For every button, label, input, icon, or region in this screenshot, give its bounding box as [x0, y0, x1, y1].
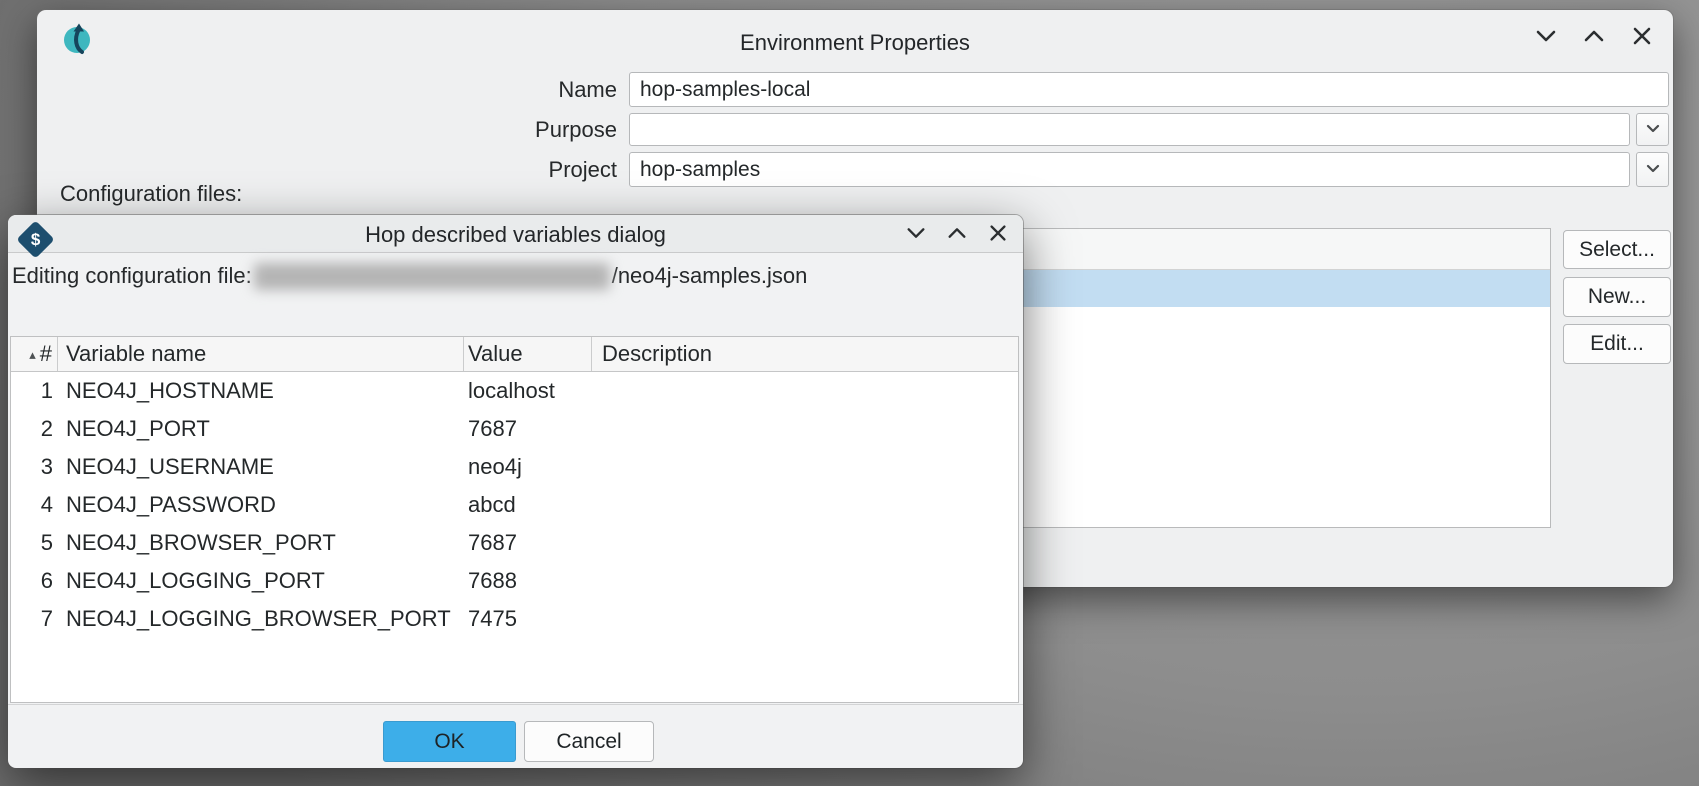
chevron-down-icon [905, 222, 927, 247]
maximize-button[interactable] [1581, 24, 1607, 50]
column-header-description[interactable]: Description [592, 337, 1018, 371]
editing-file-line: Editing configuration file: /neo4j-sampl… [12, 260, 807, 292]
variables-table[interactable]: ▴ # Variable name Value Description 1 NE… [10, 336, 1019, 703]
table-row[interactable]: 5 NEO4J_BROWSER_PORT 7687 [11, 524, 1018, 562]
select-button[interactable]: Select... [1563, 230, 1671, 269]
chevron-down-icon [1645, 120, 1661, 139]
name-label: Name [367, 72, 617, 107]
minimize-button[interactable] [1533, 24, 1559, 50]
table-row[interactable]: 3 NEO4J_USERNAME neo4j [11, 448, 1018, 486]
desktop: Environment Properties Name Purpose [0, 0, 1699, 786]
new-button[interactable]: New... [1563, 277, 1671, 317]
close-icon [987, 222, 1009, 247]
project-label: Project [367, 152, 617, 187]
table-header-row: ▴ # Variable name Value Description [11, 337, 1018, 372]
purpose-label: Purpose [367, 113, 617, 146]
table-row[interactable]: 4 NEO4J_PASSWORD abcd [11, 486, 1018, 524]
close-icon [1630, 24, 1654, 51]
purpose-dropdown-button[interactable] [1636, 113, 1669, 146]
dialog-title: Hop described variables dialog [8, 222, 1023, 248]
window-title: Environment Properties [37, 30, 1673, 56]
column-header-num[interactable]: ▴ # [11, 337, 58, 371]
table-row[interactable]: 6 NEO4J_LOGGING_PORT 7688 [11, 562, 1018, 600]
column-header-variable-name[interactable]: Variable name [58, 337, 464, 371]
ok-button[interactable]: OK [383, 721, 516, 762]
name-input[interactable] [629, 72, 1669, 107]
editing-file-label: Editing configuration file: [12, 263, 252, 289]
chevron-up-icon [1582, 24, 1606, 51]
chevron-down-icon [1645, 160, 1661, 179]
window-controls [1533, 24, 1655, 50]
configuration-files-label: Configuration files: [60, 181, 242, 207]
chevron-down-icon [1534, 24, 1558, 51]
table-row[interactable]: 2 NEO4J_PORT 7687 [11, 410, 1018, 448]
project-input[interactable] [629, 152, 1630, 187]
purpose-input[interactable] [629, 113, 1630, 146]
table-row[interactable]: 1 NEO4J_HOSTNAME localhost [11, 372, 1018, 410]
edit-button[interactable]: Edit... [1563, 324, 1671, 364]
chevron-up-icon [946, 222, 968, 247]
minimize-button[interactable] [904, 223, 927, 246]
column-header-value[interactable]: Value [464, 337, 592, 371]
close-button[interactable] [986, 223, 1009, 246]
table-row[interactable]: 7 NEO4J_LOGGING_BROWSER_PORT 7475 [11, 600, 1018, 638]
project-dropdown-button[interactable] [1636, 152, 1669, 187]
maximize-button[interactable] [945, 223, 968, 246]
sort-ascending-icon: ▴ [29, 348, 36, 361]
file-name: /neo4j-samples.json [612, 263, 808, 289]
dialog-controls [904, 223, 1009, 246]
footer-separator [8, 704, 1023, 705]
described-variables-dialog: $ Hop described variables dialog Editing [8, 215, 1023, 768]
close-button[interactable] [1629, 24, 1655, 50]
redacted-file-path [254, 263, 610, 290]
cancel-button[interactable]: Cancel [524, 721, 654, 762]
